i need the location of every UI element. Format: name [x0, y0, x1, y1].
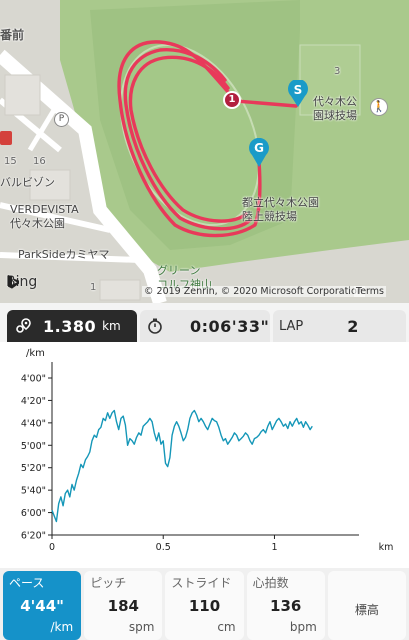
tab-label: 心拍数	[252, 576, 289, 590]
y-tick-label: 4'20"	[21, 396, 46, 407]
bing-logo: Bing	[6, 274, 37, 290]
y-tick-label: 6'00"	[21, 508, 46, 519]
y-tick-label: 5'40"	[21, 486, 46, 497]
stats-bar: 1.380 km 0:06'33" LAP 2	[0, 310, 409, 342]
stopwatch-icon	[146, 317, 164, 335]
bing-icon	[8, 275, 19, 289]
start-marker[interactable]: S	[287, 80, 309, 108]
y-axis-label: /km	[26, 348, 45, 359]
start-marker-label: S	[293, 83, 303, 97]
y-tick-label: 5'20"	[21, 463, 46, 474]
tab-unit: bpm	[289, 620, 317, 634]
tab-pace[interactable]: ペース 4'44" /km	[3, 571, 82, 640]
pedestrian-icon: 🚶	[370, 98, 388, 116]
distance-unit: km	[102, 319, 121, 333]
x-axis-label: km	[379, 542, 394, 553]
goal-marker-label: G	[254, 141, 264, 155]
map-label-building: VERDEVISTA 代々木公園	[10, 203, 79, 230]
tab-label: 標高	[354, 603, 379, 617]
tab-value: 184	[107, 597, 139, 615]
map-label-ball-park: 代々木公 園球技場	[313, 95, 357, 122]
tab-heart-rate[interactable]: 心拍数 136 bpm	[246, 571, 325, 640]
y-tick-label: 5'00"	[21, 441, 46, 452]
y-tick-label: 4'40"	[21, 418, 46, 429]
tab-stride[interactable]: ストライド 110 cm	[165, 571, 244, 640]
y-tick-label: 4'00"	[21, 374, 46, 385]
lap-value: 2	[347, 316, 359, 336]
lap-marker[interactable]: 1	[223, 91, 241, 109]
lap-stat[interactable]: LAP 2	[273, 310, 406, 342]
tab-label: ペース	[9, 576, 45, 590]
x-tick-label: 1	[271, 542, 277, 553]
terms-link[interactable]: Terms	[354, 286, 386, 297]
route-map[interactable]: 番前 3 15 16 1 代々木公 園球技場 都立代々木公園 陸上競技場 バルビ…	[0, 0, 409, 303]
pace-chart[interactable]: /km 4'00" 4'20" 4'40" 5'00" 5'20" 5'40" 6'00" 6'…	[0, 342, 409, 568]
time-value: 0:06'33"	[190, 316, 270, 336]
map-label-area: 番前	[0, 28, 25, 42]
tab-value: 110	[188, 597, 221, 615]
time-stat[interactable]: 0:06'33"	[140, 310, 270, 342]
distance-stat[interactable]: 1.380 km	[7, 310, 137, 342]
tab-label: ストライド	[171, 576, 232, 590]
pace-series-line	[51, 409, 313, 523]
map-label-number: 3	[334, 66, 341, 77]
map-label-number: 1	[90, 282, 97, 293]
goal-marker[interactable]: G	[248, 138, 270, 168]
map-label-building: バルビゾン	[0, 176, 55, 189]
map-label-number: 15	[4, 156, 17, 167]
app-root: 番前 3 15 16 1 代々木公 園球技場 都立代々木公園 陸上競技場 バルビ…	[0, 0, 409, 640]
tab-elevation[interactable]: 標高	[327, 571, 407, 640]
x-tick-label: 0	[49, 542, 55, 553]
parking-icon: P	[54, 112, 69, 127]
distance-value: 1.380	[43, 316, 97, 336]
tab-label: ピッチ	[90, 576, 127, 590]
tab-unit: /km	[50, 620, 74, 634]
tab-value: 4'44"	[20, 597, 64, 615]
map-copyright: © 2019 Zenrin, © 2020 Microsoft Corporat…	[142, 286, 365, 297]
tab-unit: cm	[217, 620, 236, 634]
y-tick-label: 6'20"	[21, 531, 46, 542]
tab-cadence[interactable]: ピッチ 184 spm	[84, 571, 163, 640]
tab-value: 136	[270, 597, 302, 615]
pace-chart-svg: /km 4'00" 4'20" 4'40" 5'00" 5'20" 5'40" 6'00" 6'…	[21, 348, 394, 553]
map-label-number: 16	[33, 156, 46, 167]
lap-label: LAP	[279, 318, 304, 334]
metric-tabs: ペース 4'44" /km ピッチ 184 spm ストライド 110 cm 心…	[0, 568, 409, 640]
x-tick-label: 0.5	[156, 542, 171, 553]
poi-icon	[0, 131, 12, 145]
map-label-stadium: 都立代々木公園 陸上競技場	[242, 196, 319, 223]
route-distance-icon	[15, 317, 33, 335]
tab-unit: spm	[128, 620, 155, 634]
map-label-building: ParkSideカミヤマ	[18, 248, 110, 261]
